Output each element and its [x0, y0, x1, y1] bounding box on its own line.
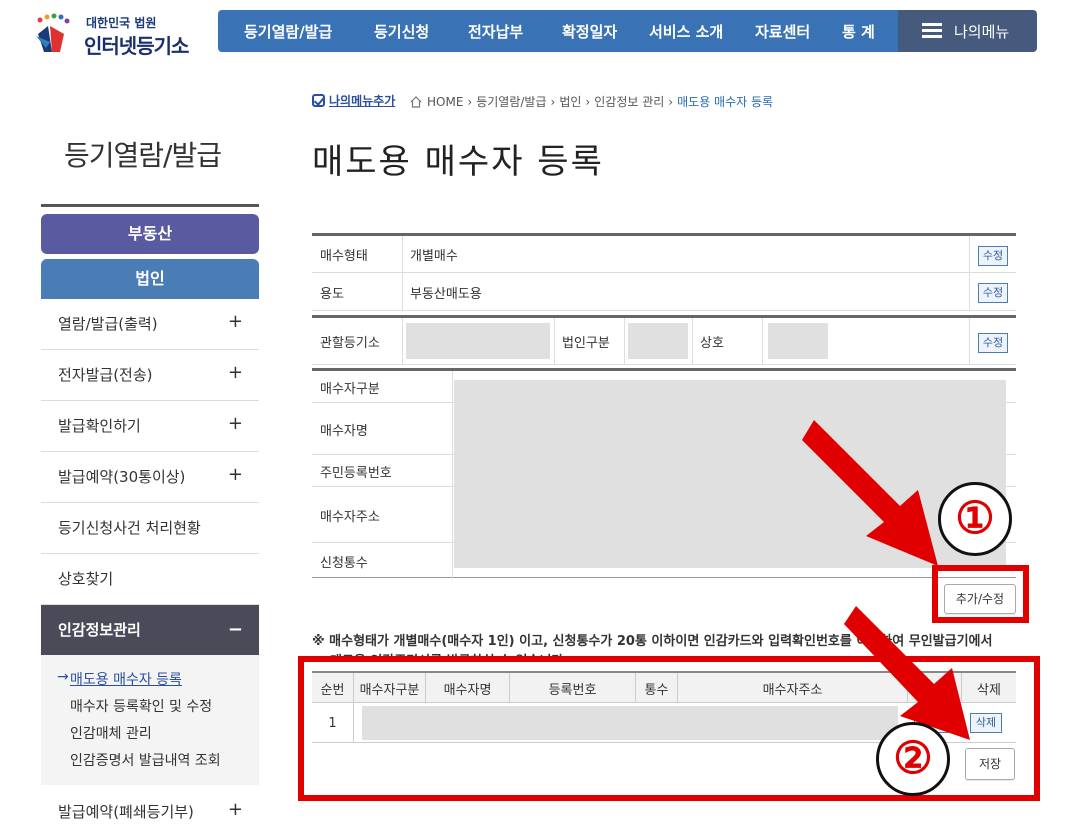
my-menu-label: 나의메뉴 [954, 22, 1010, 41]
sidebar-item-label: 발급예약(30통이상) [58, 468, 186, 486]
sidebar-item-label: 등기신청사건 처리현황 [58, 519, 201, 537]
buyer-address-label: 매수자주소 [320, 509, 380, 525]
submenu-buyer-confirm[interactable]: 매수자 등록확인 및 수정 [70, 696, 212, 716]
logo-title: 인터넷등기소 [84, 34, 189, 58]
column-divider [402, 318, 403, 365]
home-icon [410, 95, 422, 108]
submenu-seal-media[interactable]: 인감매체 관리 [70, 723, 152, 743]
my-menu-button[interactable]: 나의메뉴 [898, 10, 1037, 52]
nav-item-resource-center[interactable]: 자료센터 [755, 21, 810, 42]
nav-item-e-payment[interactable]: 전자납부 [468, 21, 523, 42]
sidebar-divider [41, 204, 259, 207]
table-row: 용도 부동산매도용 수정 [312, 273, 1016, 311]
sidebar-item-seal-info[interactable]: 인감정보관리 − [41, 605, 259, 655]
sidebar-item-label: 인감정보관리 [58, 621, 141, 639]
plus-icon: + [227, 413, 243, 434]
purchase-type-value: 개별매수 [410, 249, 458, 264]
sidebar-item-label: 열람/발급(출력) [58, 315, 158, 333]
nav-item-registry-view[interactable]: 등기열람/발급 [244, 21, 332, 42]
breadcrumb-item[interactable]: HOME [427, 95, 463, 109]
sidebar-item-case-status[interactable]: 등기신청사건 처리현황 [41, 503, 259, 554]
plus-icon: + [227, 464, 243, 485]
column-divider [452, 371, 453, 579]
chevron-right-icon: › [467, 94, 473, 109]
checkbox-icon [312, 94, 325, 107]
sidebar-title: 등기열람/발급 [64, 139, 222, 172]
submenu-seal-history[interactable]: 인감증명서 발급내역 조회 [70, 750, 221, 770]
corp-type-value [628, 323, 688, 359]
edit-purchase-type-button[interactable]: 수정 [978, 246, 1008, 266]
chevron-right-icon: › [668, 94, 674, 109]
add-to-my-menu-label: 나의메뉴추가 [329, 94, 396, 108]
trade-name-label: 상호 [700, 336, 724, 351]
annotation-arrow-1-icon [802, 420, 938, 566]
annotation-step-2: ② [876, 722, 950, 796]
breadcrumb: HOME › 등기열람/발급 › 법인 › 인감정보 관리 › 매도용 매수자 … [410, 93, 777, 110]
registry-info-table: 관할등기소 법인구분 상호 수정 [312, 315, 1016, 365]
sidebar-item-e-issue[interactable]: 전자발급(전송) + [41, 350, 259, 401]
usage-label: 용도 [320, 286, 344, 302]
sidebar-item-view-print[interactable]: 열람/발급(출력) + [41, 299, 259, 350]
minus-icon: − [227, 619, 243, 640]
plus-icon: + [227, 311, 243, 332]
column-divider [969, 236, 970, 273]
breadcrumb-item[interactable]: 등기열람/발급 [476, 93, 546, 110]
sidebar-item-label: 발급예약(폐쇄등기부) [58, 803, 194, 821]
trade-name-value [768, 323, 828, 359]
chevron-right-icon: › [585, 94, 591, 109]
breadcrumb-item[interactable]: 법인 [559, 93, 581, 110]
chevron-right-icon: › [550, 94, 556, 109]
edit-usage-button[interactable]: 수정 [978, 283, 1008, 303]
plus-icon: + [227, 799, 243, 820]
nav-item-service-intro[interactable]: 서비스 소개 [649, 21, 723, 42]
registry-office-label: 관할등기소 [320, 336, 380, 351]
column-divider [624, 318, 625, 365]
page-title: 매도용 매수자 등록 [312, 142, 604, 182]
column-divider [969, 318, 970, 365]
add-to-my-menu-link[interactable]: 나의메뉴추가 [312, 92, 395, 109]
sidebar-item-label: 발급확인하기 [58, 417, 141, 435]
registry-office-value [406, 323, 550, 359]
buyer-name-label: 매수자명 [320, 423, 368, 439]
sidebar-tab-corporation[interactable]: 법인 [41, 259, 259, 299]
sidebar-item-label: 전자발급(전송) [58, 366, 153, 384]
sidebar-tab-realty[interactable]: 부동산 [41, 214, 259, 254]
arrow-right-icon: → [57, 669, 69, 685]
nav-item-statistics[interactable]: 통 계 [842, 21, 875, 42]
column-divider [969, 273, 970, 311]
table-row: 관할등기소 법인구분 상호 수정 [312, 318, 1016, 365]
court-emblem-icon [36, 13, 70, 52]
site-logo[interactable]: 대한민국 법원 인터넷등기소 [26, 8, 206, 58]
sidebar-item-issue-verify[interactable]: 발급확인하기 + [41, 401, 259, 452]
logo-subtitle: 대한민국 법원 [86, 16, 157, 30]
breadcrumb-current: 매도용 매수자 등록 [677, 95, 774, 109]
column-divider [762, 318, 763, 365]
sidebar-item-label: 상호찾기 [58, 570, 114, 588]
table-row: 매수형태 개별매수 수정 [312, 236, 1016, 273]
usage-value: 부동산매도용 [410, 286, 482, 302]
corp-type-label: 법인구분 [562, 336, 610, 351]
submenu-buyer-register[interactable]: 매도용 매수자 등록 [70, 669, 182, 689]
edit-registry-button[interactable]: 수정 [978, 333, 1008, 353]
plus-icon: + [227, 362, 243, 383]
breadcrumb-item[interactable]: 인감정보 관리 [594, 93, 664, 110]
sidebar-submenu: → 매도용 매수자 등록 매수자 등록확인 및 수정 인감매체 관리 인감증명서… [41, 655, 259, 785]
sidebar-item-closed-reserve[interactable]: 발급예약(폐쇄등기부) + [41, 790, 259, 838]
nav-item-registry-apply[interactable]: 등기신청 [374, 21, 429, 42]
sidebar-item-issue-reserve[interactable]: 발급예약(30통이상) + [41, 452, 259, 503]
request-count-label: 신청통수 [320, 555, 368, 571]
resident-number-label: 주민등록번호 [320, 465, 392, 481]
annotation-step-1: ① [938, 482, 1012, 556]
nav-item-fixed-date[interactable]: 확정일자 [562, 21, 617, 42]
buyer-type-label: 매수자구분 [320, 381, 380, 397]
purchase-type-label: 매수형태 [320, 249, 368, 264]
hamburger-icon [922, 23, 942, 39]
main-navigation: 등기열람/발급 등기신청 전자납부 확정일자 서비스 소개 자료센터 통 계 [218, 10, 898, 52]
sidebar-item-trade-name-search[interactable]: 상호찾기 [41, 554, 259, 605]
purchase-info-table: 매수형태 개별매수 수정 용도 부동산매도용 수정 [312, 233, 1016, 311]
